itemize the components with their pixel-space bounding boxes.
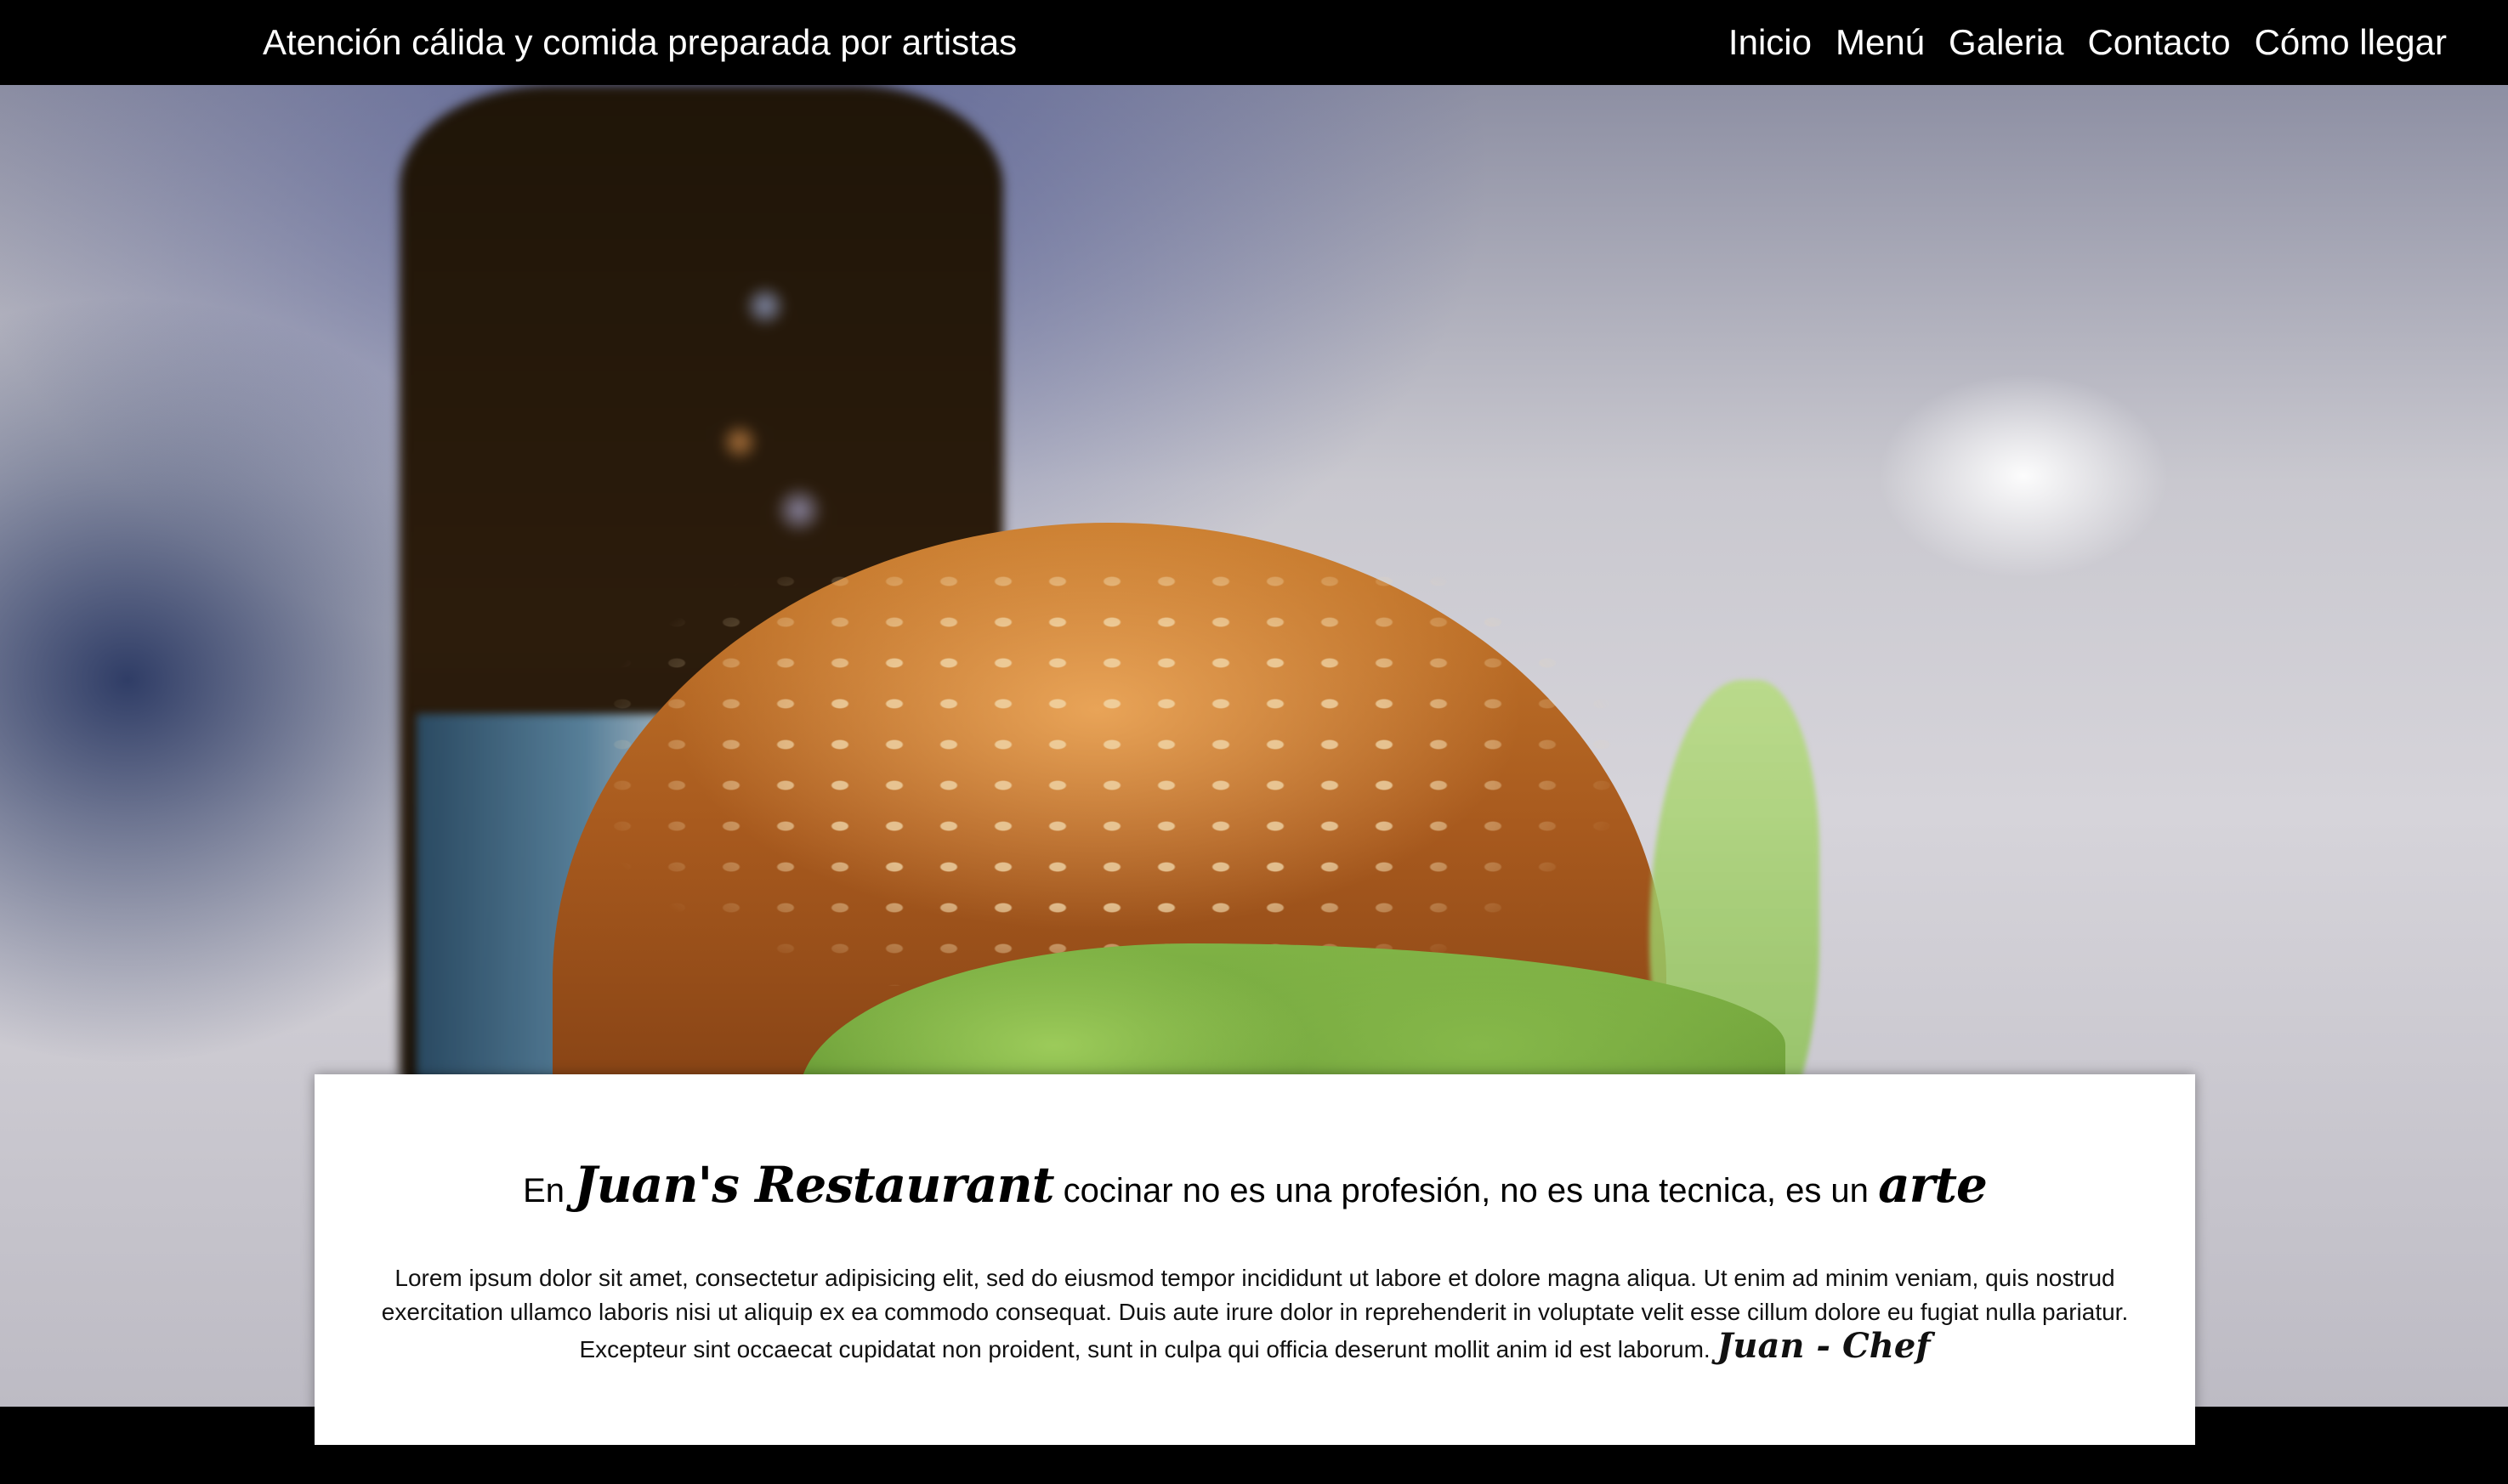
nav-link-inicio[interactable]: Inicio (1728, 19, 1812, 66)
nav-link-contacto[interactable]: Contacto (2087, 19, 2230, 66)
intro-heading: En Juan's Restaurant cocinar no es una p… (315, 1153, 2195, 1223)
intro-middle-text: cocinar no es una profesión, no es una t… (1063, 1172, 1869, 1209)
nav-link-como-llegar[interactable]: Cómo llegar (2255, 19, 2447, 66)
intro-body: Lorem ipsum dolor sit amet, consectetur … (366, 1261, 2144, 1367)
chef-signature: Juan - Chef (1716, 1326, 1931, 1366)
main-nav: Inicio Menú Galeria Contacto Cómo llegar (1728, 19, 2447, 66)
intro-prefix: En (523, 1172, 565, 1209)
intro-card: En Juan's Restaurant cocinar no es una p… (315, 1074, 2195, 1445)
restaurant-name: Juan's Restaurant (574, 1156, 1054, 1214)
sesame-seeds-texture (595, 561, 1615, 986)
nav-link-galeria[interactable]: Galeria (1949, 19, 2063, 66)
site-tagline: Atención cálida y comida preparada por a… (263, 22, 1018, 62)
nav-link-menu[interactable]: Menú (1836, 19, 1925, 66)
top-navigation-bar: Atención cálida y comida preparada por a… (0, 0, 2508, 85)
intro-emphasis: arte (1878, 1156, 1988, 1214)
